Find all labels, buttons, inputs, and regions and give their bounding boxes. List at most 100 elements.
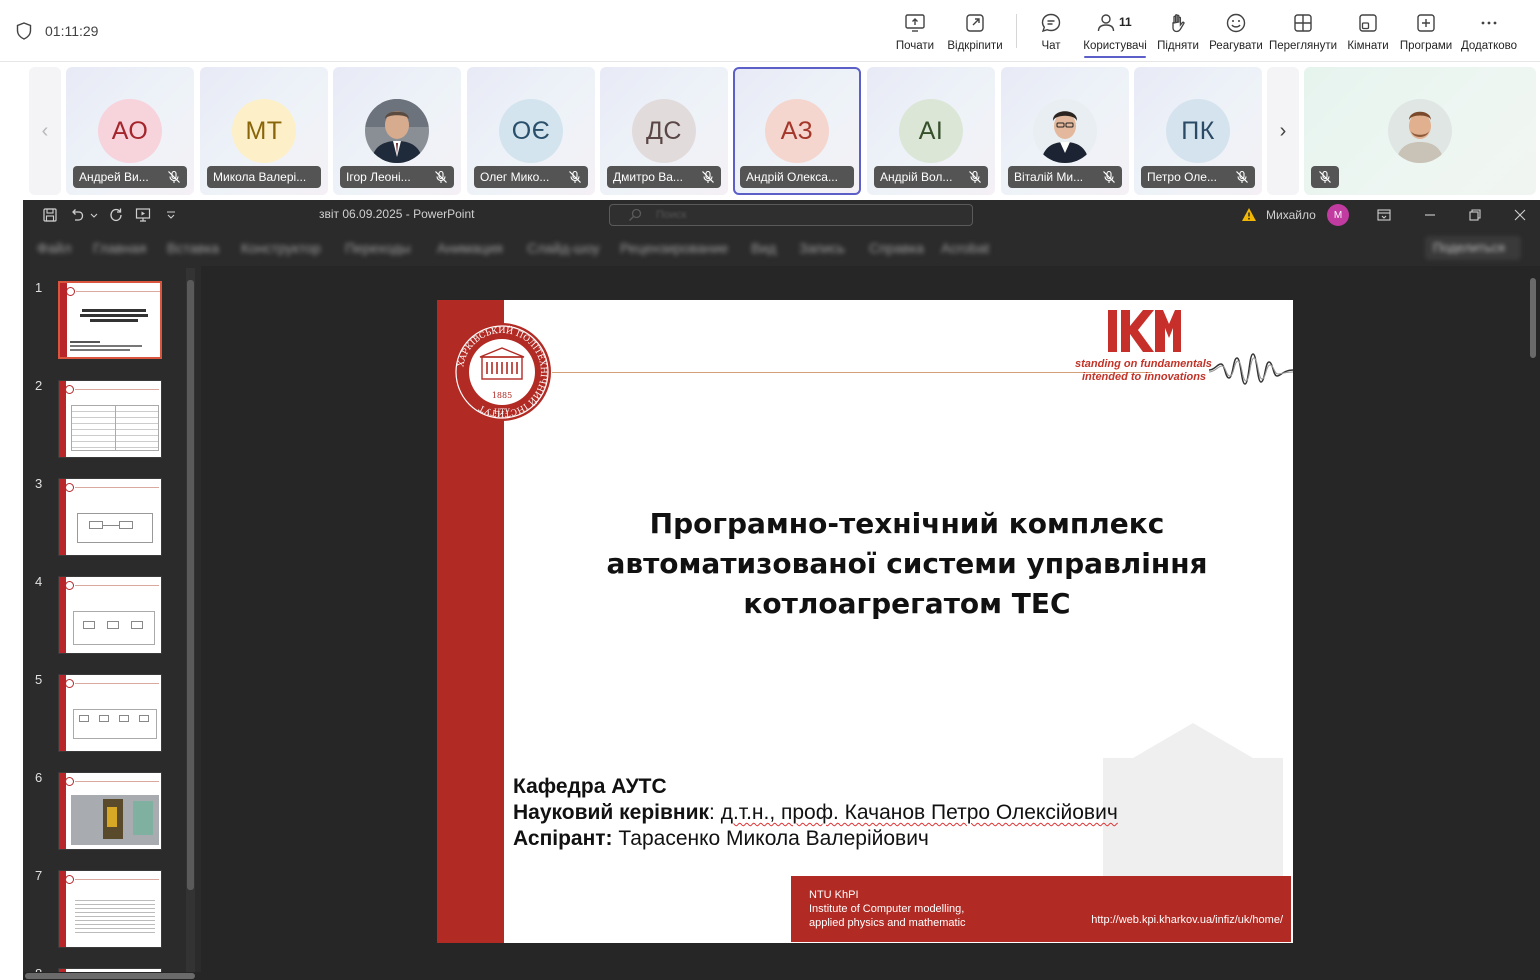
participant-name-pill: Петро Оле... bbox=[1141, 166, 1255, 188]
save-icon[interactable] bbox=[42, 207, 58, 223]
share-screen-button[interactable]: Почати bbox=[893, 8, 937, 58]
ribbon-tab-help[interactable]: Справка bbox=[869, 240, 924, 256]
slide-thumbnail-7[interactable] bbox=[58, 870, 162, 948]
slide-title-line-3: котлоагрегатом ТЕС bbox=[743, 587, 1071, 620]
horizontal-scrollbar[interactable] bbox=[23, 972, 201, 980]
slide-thumbnail-6[interactable] bbox=[58, 772, 162, 850]
participant-name-pill: Ігор Леоні... bbox=[340, 166, 454, 188]
rooms-button[interactable]: Кімнати bbox=[1346, 8, 1390, 58]
avatar-photo bbox=[1033, 99, 1097, 163]
ribbon-tab-animations[interactable]: Анимация bbox=[437, 240, 503, 256]
slide-thumbnail-1[interactable] bbox=[58, 281, 162, 359]
slide-scrollbar[interactable] bbox=[1526, 266, 1540, 980]
ribbon-tab-home[interactable]: Главная bbox=[93, 240, 146, 256]
chat-button[interactable]: Чат bbox=[1034, 8, 1068, 58]
slide-thumbnail-5[interactable] bbox=[58, 674, 162, 752]
slide-number: 3 bbox=[35, 476, 43, 491]
chevron-left-icon[interactable]: ‹ bbox=[29, 67, 61, 195]
thumbnails-scrollbar[interactable] bbox=[186, 268, 195, 978]
self-mic-status bbox=[1311, 166, 1339, 188]
participant-name-pill: Андрій Олекса... bbox=[740, 166, 854, 188]
ribbon-tab-view[interactable]: Вид bbox=[751, 240, 776, 256]
avatar: АЗ bbox=[765, 99, 829, 163]
participant-tile[interactable]: ДС Дмитро Ва... bbox=[600, 67, 728, 195]
footer-line: NTU KhPI bbox=[809, 889, 859, 901]
people-button[interactable]: Користувачі bbox=[1083, 8, 1147, 58]
self-view-tile[interactable] bbox=[1304, 67, 1536, 195]
raise-hand-button[interactable]: Підняти bbox=[1157, 8, 1199, 58]
raise-hand-icon bbox=[1166, 11, 1190, 35]
search-icon bbox=[629, 208, 642, 221]
seal-year: 1885 bbox=[492, 391, 512, 400]
participant-tile[interactable]: АО Андрей Ви... bbox=[66, 67, 194, 195]
participant-name: Андрій Вол... bbox=[880, 170, 953, 184]
close-icon[interactable] bbox=[1512, 207, 1528, 223]
participant-tile[interactable]: Віталій Ми... bbox=[1001, 67, 1129, 195]
participant-tile[interactable]: АІ Андрій Вол... bbox=[867, 67, 995, 195]
slide-thumbnail-2[interactable] bbox=[58, 380, 162, 458]
present-icon[interactable] bbox=[135, 207, 151, 223]
avatar: ОЄ bbox=[499, 99, 563, 163]
department-label: Кафедра АУТС bbox=[513, 775, 667, 798]
view-button[interactable]: Переглянути bbox=[1268, 8, 1338, 58]
chat-icon bbox=[1039, 11, 1063, 35]
participant-tile[interactable]: Ігор Леоні... bbox=[333, 67, 461, 195]
participant-tile-active-speaker[interactable]: АЗ Андрій Олекса... bbox=[733, 67, 861, 195]
rooms-icon bbox=[1356, 11, 1380, 35]
ribbon-tab-acrobat[interactable]: Acrobat bbox=[941, 240, 989, 256]
avatar: МТ bbox=[232, 99, 296, 163]
avatar: АО bbox=[98, 99, 162, 163]
slide-number: 6 bbox=[35, 770, 43, 785]
warning-icon[interactable] bbox=[1241, 207, 1257, 222]
university-seal-logo: ХАРКІВСЬКИЙ ПОЛІТЕХНІЧНИЙ ІНСТИТУТ НТУ 1… bbox=[453, 323, 551, 421]
react-button[interactable]: Реагувати bbox=[1209, 8, 1263, 58]
participant-tile[interactable]: ОЄ Олег Мико... bbox=[467, 67, 595, 195]
ribbon-tab-record[interactable]: Запись bbox=[799, 240, 845, 256]
ribbon-display-icon[interactable] bbox=[1376, 207, 1392, 223]
slide-number: 5 bbox=[35, 672, 43, 687]
waveform-graphic bbox=[1209, 353, 1293, 385]
undo-icon[interactable] bbox=[69, 207, 85, 223]
meeting-timer: 01:11:29 bbox=[45, 23, 99, 39]
participant-name-pill: Олег Мико... bbox=[474, 166, 588, 188]
building-watermark bbox=[1103, 723, 1283, 878]
account-name[interactable]: Михайло bbox=[1266, 208, 1316, 222]
more-button[interactable]: Додатково bbox=[1461, 8, 1517, 58]
screen-share-icon bbox=[903, 11, 927, 35]
ribbon-tab-slideshow[interactable]: Слайд-шоу bbox=[527, 240, 600, 256]
toolbar-label: Переглянути bbox=[1268, 40, 1338, 52]
apps-button[interactable]: Програми bbox=[1399, 8, 1453, 58]
pop-out-button[interactable]: Відкріпити bbox=[945, 8, 1005, 58]
account-avatar[interactable]: M bbox=[1327, 204, 1349, 226]
restore-icon[interactable] bbox=[1467, 207, 1483, 223]
tagline-line-2: intended to innovations bbox=[1082, 371, 1207, 383]
footer-url: http://web.kpi.kharkov.ua/infiz/uk/home/ bbox=[1091, 914, 1283, 926]
slide-thumbnail-4[interactable] bbox=[58, 576, 162, 654]
slide-thumbnail-3[interactable] bbox=[58, 478, 162, 556]
search-box[interactable]: Поиск bbox=[609, 204, 973, 226]
ribbon-tab-design[interactable]: Конструктор bbox=[241, 240, 321, 256]
ribbon-tab-review[interactable]: Рецензирование bbox=[620, 240, 728, 256]
participant-name: Віталій Ми... bbox=[1014, 170, 1084, 184]
ribbon-tab-file[interactable]: Файл bbox=[37, 240, 71, 256]
footer-line: applied physics and mathematic bbox=[809, 917, 966, 929]
toolbar-label: Реагувати bbox=[1209, 40, 1263, 52]
participant-tile[interactable]: МТ Микола Валері... bbox=[200, 67, 328, 195]
redo-icon[interactable] bbox=[108, 207, 124, 223]
slide-title-line-1: Програмно-технічний комплекс bbox=[649, 507, 1165, 540]
participant-tile[interactable]: ПК Петро Оле... bbox=[1134, 67, 1262, 195]
customize-toolbar-icon[interactable] bbox=[165, 207, 177, 223]
pop-out-icon bbox=[963, 11, 987, 35]
current-slide[interactable]: ХАРКІВСЬКИЙ ПОЛІТЕХНІЧНИЙ ІНСТИТУТ НТУ 1… bbox=[437, 300, 1293, 943]
ribbon-tab-transitions[interactable]: Переходы bbox=[345, 240, 411, 256]
share-button[interactable]: Поделиться bbox=[1425, 236, 1521, 260]
ribbon-tab-insert[interactable]: Вставка bbox=[167, 240, 219, 256]
react-icon bbox=[1224, 11, 1248, 35]
mic-off-icon bbox=[1319, 170, 1331, 183]
chevron-right-icon[interactable]: › bbox=[1267, 67, 1299, 195]
minimize-icon[interactable] bbox=[1422, 207, 1438, 223]
participant-name: Петро Оле... bbox=[1147, 170, 1217, 184]
meeting-toolbar: 01:11:29 Почати Відкріпити Чат Користува… bbox=[0, 0, 1540, 62]
chevron-down-icon[interactable] bbox=[89, 207, 99, 223]
view-icon bbox=[1291, 11, 1315, 35]
